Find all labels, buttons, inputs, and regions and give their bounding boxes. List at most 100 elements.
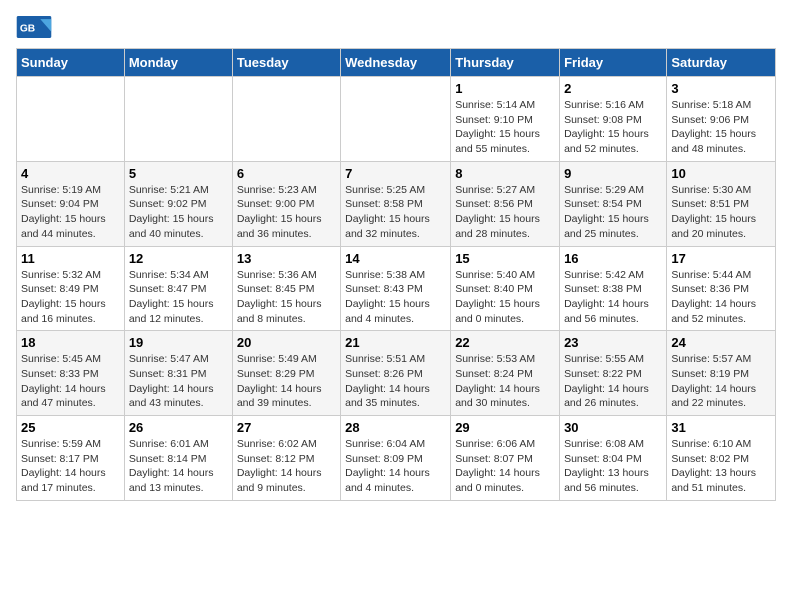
calendar-cell: 7 Sunrise: 5:25 AM Sunset: 8:58 PM Daylig…	[341, 161, 451, 246]
day-number: 29	[455, 420, 555, 435]
week-row-5: 25 Sunrise: 5:59 AM Sunset: 8:17 PM Dayli…	[17, 416, 776, 501]
day-info: Sunrise: 5:18 AM Sunset: 9:06 PM Dayligh…	[671, 98, 771, 157]
day-number: 6	[237, 166, 336, 181]
day-info: Sunrise: 5:59 AM Sunset: 8:17 PM Dayligh…	[21, 437, 120, 496]
week-row-1: 1 Sunrise: 5:14 AM Sunset: 9:10 PM Daylig…	[17, 77, 776, 162]
logo-graphic-icon: GB	[16, 16, 52, 38]
day-info: Sunrise: 5:44 AM Sunset: 8:36 PM Dayligh…	[671, 268, 771, 327]
day-info: Sunrise: 5:25 AM Sunset: 8:58 PM Dayligh…	[345, 183, 446, 242]
day-info: Sunrise: 5:57 AM Sunset: 8:19 PM Dayligh…	[671, 352, 771, 411]
dow-header-saturday: Saturday	[667, 49, 776, 77]
day-number: 24	[671, 335, 771, 350]
calendar-cell: 2 Sunrise: 5:16 AM Sunset: 9:08 PM Daylig…	[560, 77, 667, 162]
calendar-cell: 9 Sunrise: 5:29 AM Sunset: 8:54 PM Daylig…	[560, 161, 667, 246]
calendar-cell: 5Sunrise: 5:21 AM Sunset: 9:02 PM Daylig…	[124, 161, 232, 246]
day-number: 18	[21, 335, 120, 350]
logo: GB	[16, 16, 56, 40]
day-info: Sunrise: 6:04 AM Sunset: 8:09 PM Dayligh…	[345, 437, 446, 496]
calendar-cell: 28 Sunrise: 6:04 AM Sunset: 8:09 PM Dayli…	[341, 416, 451, 501]
week-row-4: 18 Sunrise: 5:45 AM Sunset: 8:33 PM Dayli…	[17, 331, 776, 416]
calendar-cell: 19Sunrise: 5:47 AM Sunset: 8:31 PM Dayli…	[124, 331, 232, 416]
page-header: GB	[16, 16, 776, 40]
day-info: Sunrise: 5:45 AM Sunset: 8:33 PM Dayligh…	[21, 352, 120, 411]
calendar-cell: 29 Sunrise: 6:06 AM Sunset: 8:07 PM Dayli…	[451, 416, 560, 501]
calendar-cell: 20Sunrise: 5:49 AM Sunset: 8:29 PM Dayli…	[232, 331, 340, 416]
day-info: Sunrise: 6:01 AM Sunset: 8:14 PM Dayligh…	[129, 437, 228, 496]
days-of-week-row: SundayMondayTuesdayWednesdayThursdayFrid…	[17, 49, 776, 77]
day-number: 11	[21, 251, 120, 266]
day-info: Sunrise: 5:19 AM Sunset: 9:04 PM Dayligh…	[21, 183, 120, 242]
calendar-cell: 26 Sunrise: 6:01 AM Sunset: 8:14 PM Dayli…	[124, 416, 232, 501]
calendar-cell: 23Sunrise: 5:55 AM Sunset: 8:22 PM Dayli…	[560, 331, 667, 416]
calendar-cell	[341, 77, 451, 162]
day-number: 13	[237, 251, 336, 266]
day-number: 5	[129, 166, 228, 181]
dow-header-thursday: Thursday	[451, 49, 560, 77]
day-info: Sunrise: 5:34 AM Sunset: 8:47 PM Dayligh…	[129, 268, 228, 327]
calendar-cell: 15 Sunrise: 5:40 AM Sunset: 8:40 PM Dayli…	[451, 246, 560, 331]
calendar-cell	[17, 77, 125, 162]
day-number: 4	[21, 166, 120, 181]
calendar-cell: 13Sunrise: 5:36 AM Sunset: 8:45 PM Dayli…	[232, 246, 340, 331]
day-number: 28	[345, 420, 446, 435]
calendar-cell: 25 Sunrise: 5:59 AM Sunset: 8:17 PM Dayli…	[17, 416, 125, 501]
calendar-body: 1 Sunrise: 5:14 AM Sunset: 9:10 PM Daylig…	[17, 77, 776, 501]
day-info: Sunrise: 5:49 AM Sunset: 8:29 PM Dayligh…	[237, 352, 336, 411]
day-number: 15	[455, 251, 555, 266]
day-number: 30	[564, 420, 662, 435]
day-info: Sunrise: 5:53 AM Sunset: 8:24 PM Dayligh…	[455, 352, 555, 411]
day-number: 22	[455, 335, 555, 350]
day-number: 10	[671, 166, 771, 181]
day-info: Sunrise: 5:38 AM Sunset: 8:43 PM Dayligh…	[345, 268, 446, 327]
calendar-cell: 21Sunrise: 5:51 AM Sunset: 8:26 PM Dayli…	[341, 331, 451, 416]
calendar-cell: 22 Sunrise: 5:53 AM Sunset: 8:24 PM Dayli…	[451, 331, 560, 416]
day-info: Sunrise: 5:51 AM Sunset: 8:26 PM Dayligh…	[345, 352, 446, 411]
calendar-cell: 24 Sunrise: 5:57 AM Sunset: 8:19 PM Dayli…	[667, 331, 776, 416]
day-info: Sunrise: 5:32 AM Sunset: 8:49 PM Dayligh…	[21, 268, 120, 327]
calendar-cell: 3 Sunrise: 5:18 AM Sunset: 9:06 PM Daylig…	[667, 77, 776, 162]
calendar-cell: 8 Sunrise: 5:27 AM Sunset: 8:56 PM Daylig…	[451, 161, 560, 246]
day-number: 23	[564, 335, 662, 350]
week-row-2: 4 Sunrise: 5:19 AM Sunset: 9:04 PM Daylig…	[17, 161, 776, 246]
day-number: 1	[455, 81, 555, 96]
dow-header-monday: Monday	[124, 49, 232, 77]
calendar-cell: 6 Sunrise: 5:23 AM Sunset: 9:00 PM Daylig…	[232, 161, 340, 246]
day-info: Sunrise: 5:23 AM Sunset: 9:00 PM Dayligh…	[237, 183, 336, 242]
day-info: Sunrise: 5:47 AM Sunset: 8:31 PM Dayligh…	[129, 352, 228, 411]
dow-header-sunday: Sunday	[17, 49, 125, 77]
day-number: 3	[671, 81, 771, 96]
day-number: 9	[564, 166, 662, 181]
day-number: 7	[345, 166, 446, 181]
day-number: 16	[564, 251, 662, 266]
day-number: 17	[671, 251, 771, 266]
day-info: Sunrise: 5:30 AM Sunset: 8:51 PM Dayligh…	[671, 183, 771, 242]
calendar-cell: 18 Sunrise: 5:45 AM Sunset: 8:33 PM Dayli…	[17, 331, 125, 416]
calendar-cell: 4 Sunrise: 5:19 AM Sunset: 9:04 PM Daylig…	[17, 161, 125, 246]
calendar-cell: 1 Sunrise: 5:14 AM Sunset: 9:10 PM Daylig…	[451, 77, 560, 162]
day-number: 25	[21, 420, 120, 435]
calendar-cell	[232, 77, 340, 162]
calendar-cell: 10 Sunrise: 5:30 AM Sunset: 8:51 PM Dayli…	[667, 161, 776, 246]
calendar-cell: 11 Sunrise: 5:32 AM Sunset: 8:49 PM Dayli…	[17, 246, 125, 331]
day-number: 2	[564, 81, 662, 96]
svg-text:GB: GB	[20, 24, 35, 35]
day-info: Sunrise: 5:29 AM Sunset: 8:54 PM Dayligh…	[564, 183, 662, 242]
day-info: Sunrise: 6:08 AM Sunset: 8:04 PM Dayligh…	[564, 437, 662, 496]
day-info: Sunrise: 5:40 AM Sunset: 8:40 PM Dayligh…	[455, 268, 555, 327]
day-number: 8	[455, 166, 555, 181]
dow-header-friday: Friday	[560, 49, 667, 77]
day-number: 12	[129, 251, 228, 266]
calendar-cell	[124, 77, 232, 162]
day-number: 26	[129, 420, 228, 435]
week-row-3: 11 Sunrise: 5:32 AM Sunset: 8:49 PM Dayli…	[17, 246, 776, 331]
day-info: Sunrise: 5:27 AM Sunset: 8:56 PM Dayligh…	[455, 183, 555, 242]
day-info: Sunrise: 5:16 AM Sunset: 9:08 PM Dayligh…	[564, 98, 662, 157]
day-info: Sunrise: 6:02 AM Sunset: 8:12 PM Dayligh…	[237, 437, 336, 496]
day-number: 31	[671, 420, 771, 435]
calendar-cell: 17 Sunrise: 5:44 AM Sunset: 8:36 PM Dayli…	[667, 246, 776, 331]
day-info: Sunrise: 6:06 AM Sunset: 8:07 PM Dayligh…	[455, 437, 555, 496]
calendar-cell: 14Sunrise: 5:38 AM Sunset: 8:43 PM Dayli…	[341, 246, 451, 331]
calendar-table: SundayMondayTuesdayWednesdayThursdayFrid…	[16, 48, 776, 501]
calendar-cell: 27Sunrise: 6:02 AM Sunset: 8:12 PM Dayli…	[232, 416, 340, 501]
day-info: Sunrise: 5:14 AM Sunset: 9:10 PM Dayligh…	[455, 98, 555, 157]
